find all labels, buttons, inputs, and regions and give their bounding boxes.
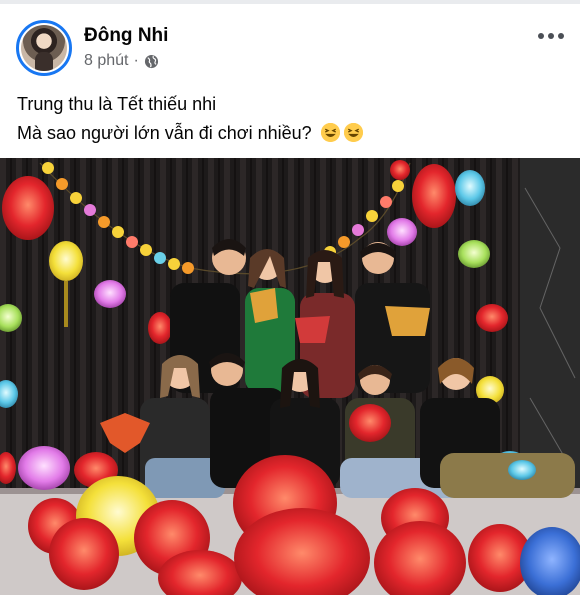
avatar-image	[21, 25, 67, 71]
caption-line-2: Mà sao người lớn vẫn đi chơi nhiều?	[17, 123, 312, 143]
more-horizontal-icon	[538, 33, 544, 39]
post-photo[interactable]	[0, 158, 580, 595]
caption-line-1: Trung thu là Tết thiếu nhi	[17, 94, 217, 114]
caption-line-2-wrap: Mà sao người lớn vẫn đi chơi nhiều?	[17, 119, 363, 148]
fish-lantern	[385, 306, 430, 336]
held-lantern	[349, 404, 391, 442]
laughing-emoji-icon	[320, 123, 340, 142]
post-caption: Trung thu là Tết thiếu nhi Mà sao người …	[17, 90, 363, 148]
post-header: Đông Nhi 8 phút ·	[0, 4, 580, 84]
post-timestamp[interactable]: 8 phút	[84, 52, 128, 70]
more-options-button[interactable]	[538, 28, 564, 44]
globe-icon[interactable]	[144, 54, 159, 69]
author-avatar[interactable]	[16, 20, 72, 76]
meta-separator: ·	[133, 52, 139, 69]
author-name[interactable]: Đông Nhi	[84, 25, 168, 47]
post-meta: 8 phút ·	[84, 52, 159, 70]
laughing-emoji-icon	[343, 123, 363, 142]
